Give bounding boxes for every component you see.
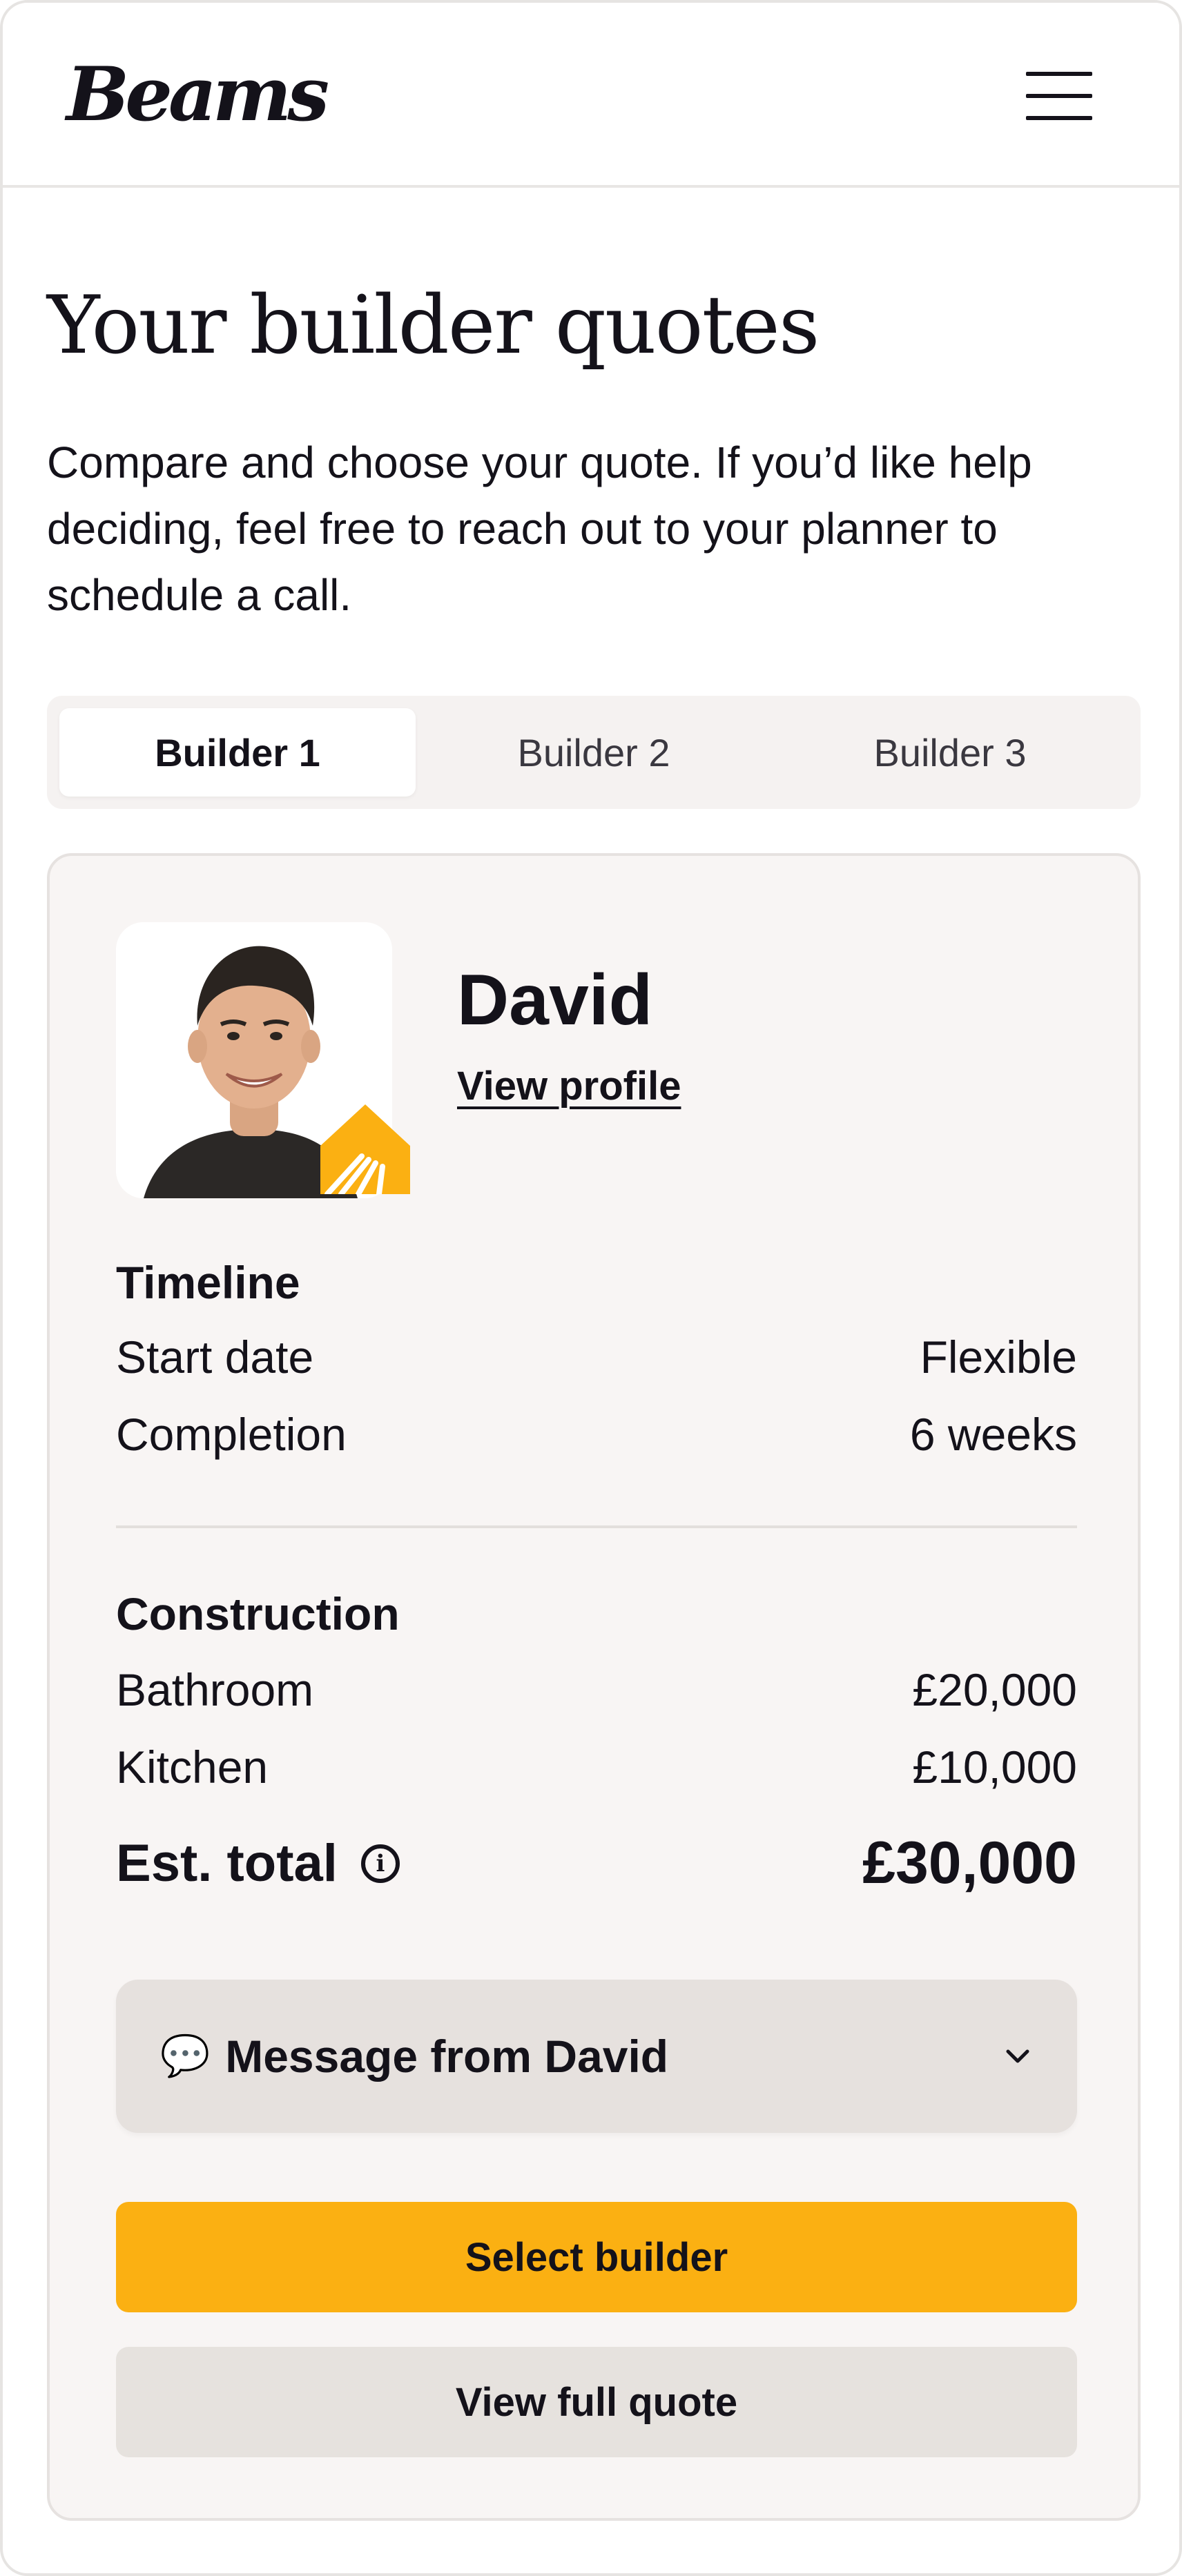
row-value: £10,000 (912, 1741, 1077, 1793)
chevron-down-icon (1006, 2049, 1029, 2063)
intro-line: schedule a call. (47, 570, 352, 620)
message-accordion[interactable]: 💬 Message from David (116, 1980, 1077, 2133)
total-value: £30,000 (862, 1830, 1077, 1896)
quote-card: David View profile Timeline Start date F… (47, 853, 1141, 2521)
builder-name: David (457, 960, 653, 1040)
row-value: Flexible (920, 1331, 1077, 1383)
total-label-text: Est. total (116, 1834, 338, 1893)
intro-text: Compare and choose your quote. If you’d … (47, 429, 1152, 628)
construction-row-bathroom: Bathroom £20,000 (116, 1663, 1077, 1716)
tab-builder-1[interactable]: Builder 1 (59, 708, 416, 797)
speech-bubble-icon: 💬 (160, 2033, 211, 2078)
tab-builder-3[interactable]: Builder 3 (772, 708, 1128, 797)
row-label: Kitchen (116, 1741, 269, 1793)
info-icon[interactable]: i (360, 1844, 400, 1883)
row-label: Bathroom (116, 1664, 314, 1715)
row-value: £20,000 (912, 1664, 1077, 1715)
estimated-total-row: Est. total i £30,000 (116, 1829, 1077, 1897)
construction-title: Construction (116, 1588, 400, 1639)
section-divider (116, 1525, 1077, 1528)
message-label: Message from David (225, 2031, 669, 2082)
builder-tabs: Builder 1 Builder 2 Builder 3 (47, 696, 1141, 809)
view-profile-link[interactable]: View profile (457, 1063, 681, 1109)
beams-logo[interactable]: Beams (66, 51, 329, 138)
timeline-title: Timeline (116, 1257, 300, 1308)
timeline-row-completion: Completion 6 weeks (116, 1408, 1077, 1461)
tab-builder-2[interactable]: Builder 2 (416, 708, 772, 797)
row-label: Completion (116, 1409, 347, 1460)
intro-line: Compare and choose your quote. If you’d … (47, 438, 1032, 487)
timeline-row-start: Start date Flexible (116, 1331, 1077, 1383)
page-title: Your builder quotes (47, 279, 820, 372)
site-header: Beams (3, 3, 1179, 188)
app-frame: Beams Your builder quotes Compare and ch… (0, 0, 1182, 2576)
intro-line: deciding, feel free to reach out to your… (47, 504, 998, 554)
total-label: Est. total i (116, 1833, 400, 1893)
select-builder-button[interactable]: Select builder (116, 2202, 1077, 2312)
row-label: Start date (116, 1331, 314, 1383)
construction-row-kitchen: Kitchen £10,000 (116, 1741, 1077, 1793)
row-value: 6 weeks (909, 1409, 1077, 1460)
hamburger-menu-icon[interactable] (1026, 69, 1092, 124)
view-full-quote-button[interactable]: View full quote (116, 2347, 1077, 2457)
beams-badge-icon (320, 1104, 410, 1194)
